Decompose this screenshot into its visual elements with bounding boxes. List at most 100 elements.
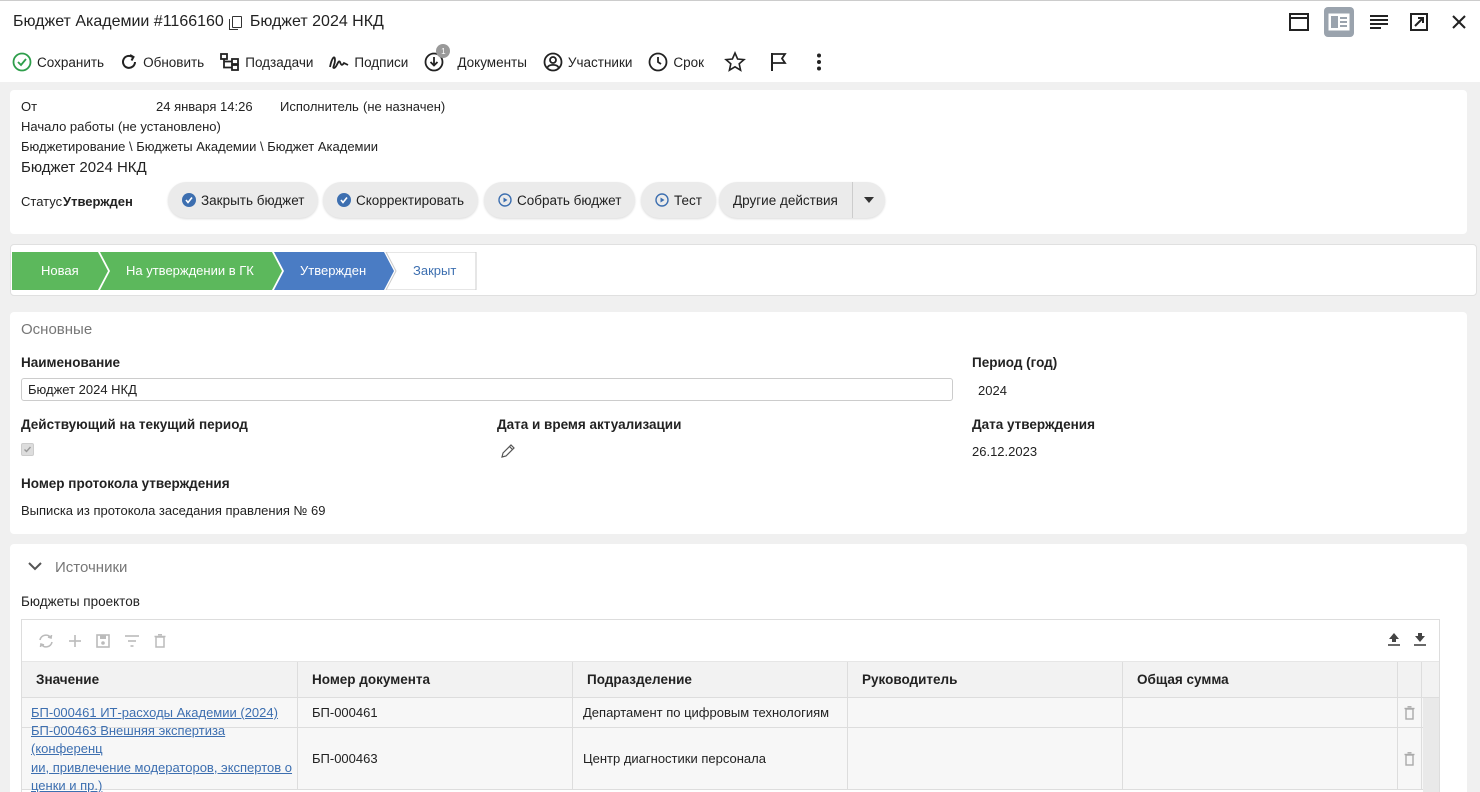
assignee-value[interactable]: (не назначен)	[363, 99, 445, 114]
start-label: Начало работы	[21, 119, 115, 134]
window-mode-icon[interactable]	[1284, 7, 1314, 37]
grid-toolbar	[22, 620, 1439, 662]
window-title: Бюджет Академии #1166160 Бюджет 2024 НКД	[13, 13, 384, 31]
documents-button[interactable]: 1 Документы	[424, 44, 527, 72]
text-view-icon[interactable]	[1364, 7, 1394, 37]
cell-value: БП-000463 Внешняя экспертиза (конференц …	[22, 723, 298, 792]
period-value[interactable]: 2024	[978, 383, 1007, 398]
cell-doc-number: БП-000461	[298, 698, 573, 727]
title-bar: Бюджет Академии #1166160 Бюджет 2024 НКД	[0, 0, 1480, 42]
flag-icon	[771, 53, 787, 71]
deadline-label: Срок	[673, 54, 705, 70]
subtasks-button[interactable]: Подзадачи	[220, 53, 313, 71]
signature-icon	[329, 56, 349, 69]
delete-row-button[interactable]	[1398, 698, 1422, 727]
close-budget-label: Закрыть бюджет	[201, 192, 305, 208]
download-icon[interactable]	[1413, 632, 1427, 646]
name-label: Наименование	[21, 355, 121, 370]
check-icon	[182, 193, 196, 207]
other-actions-button[interactable]: Другие действия	[719, 182, 885, 218]
save-icon[interactable]	[96, 633, 110, 648]
pencil-icon[interactable]	[500, 443, 516, 459]
stage-closed[interactable]: Закрыт	[413, 263, 456, 278]
test-button[interactable]: Тест	[641, 182, 716, 218]
approval-date-label: Дата утверждения	[972, 417, 1095, 432]
delete-row-button[interactable]	[1398, 728, 1422, 789]
clock-icon	[649, 52, 668, 72]
stage-new[interactable]: Новая	[41, 263, 79, 278]
column-header-value[interactable]: Значение	[22, 662, 298, 697]
more-menu-button[interactable]	[816, 53, 822, 71]
main-section: Основные Наименование Период (год) 2024 …	[10, 312, 1467, 534]
save-button[interactable]: Сохранить	[12, 52, 104, 72]
sources-title[interactable]: Источники	[55, 559, 127, 576]
refresh-label: Обновить	[143, 54, 205, 70]
upload-icon[interactable]	[1387, 632, 1401, 646]
protocol-value[interactable]: Выписка из протокола заседания правления…	[21, 503, 326, 518]
star-icon	[724, 51, 747, 72]
chevron-down-icon[interactable]	[28, 561, 42, 571]
close-icon[interactable]	[1444, 7, 1474, 37]
participants-button[interactable]: Участники	[543, 52, 633, 72]
filter-icon[interactable]	[124, 634, 140, 648]
cell-head	[848, 698, 1123, 727]
column-header-total[interactable]: Общая сумма	[1123, 662, 1398, 697]
collect-budget-button[interactable]: Собрать бюджет	[484, 182, 636, 218]
period-label: Период (год)	[972, 355, 1058, 370]
participants-label: Участники	[567, 54, 633, 70]
assignee-label: Исполнитель	[280, 99, 359, 114]
project-budgets-label: Бюджеты проектов	[21, 594, 140, 609]
signatures-button[interactable]: Подписи	[329, 53, 408, 71]
row-link[interactable]: БП-000461 ИТ-расходы Академии (2024)	[31, 705, 278, 720]
deadline-button[interactable]: Срок	[648, 52, 704, 72]
window-controls	[1284, 7, 1474, 37]
stage-approval[interactable]: На утверждении в ГК	[126, 263, 254, 278]
signatures-label: Подписи	[354, 54, 409, 70]
title-right: Бюджет 2024 НКД	[249, 12, 384, 30]
dropdown-arrow-icon[interactable]	[851, 182, 885, 218]
copy-icon[interactable]	[228, 15, 242, 30]
grid-scrollbar[interactable]	[1423, 698, 1439, 792]
project-budgets-grid: Значение Номер документа Подразделение Р…	[21, 619, 1440, 792]
play-circle-icon	[655, 193, 669, 207]
sync-icon[interactable]	[38, 633, 54, 649]
approval-date-value[interactable]: 26.12.2023	[972, 444, 1037, 459]
section-title: Основные	[21, 321, 93, 338]
cell-total	[1123, 728, 1398, 789]
from-label: От	[21, 99, 38, 114]
adjust-label: Скорректировать	[356, 192, 465, 208]
refresh-button[interactable]: Обновить	[120, 53, 204, 71]
trash-icon	[1404, 705, 1415, 720]
table-row: БП-000463 Внешняя экспертиза (конференц …	[22, 723, 1439, 792]
protocol-label: Номер протокола утверждения	[21, 476, 230, 491]
title-left: Бюджет Академии #1166160	[13, 12, 224, 30]
column-header-head[interactable]: Руководитель	[848, 662, 1123, 697]
refresh-icon	[122, 54, 137, 69]
from-date: 24 января 14:26	[156, 99, 253, 114]
stage-approved[interactable]: Утвержден	[300, 263, 366, 278]
user-circle-icon	[543, 52, 563, 72]
start-value[interactable]: (не установлено)	[118, 119, 221, 134]
maximize-icon[interactable]	[1404, 7, 1434, 37]
column-header-doc-number[interactable]: Номер документа	[298, 662, 573, 697]
play-circle-icon	[498, 193, 512, 207]
hierarchy-icon	[220, 53, 240, 71]
current-period-checkbox[interactable]	[21, 443, 34, 456]
status-label: Статус	[21, 194, 63, 209]
name-input[interactable]	[21, 378, 953, 401]
row-link-line-3[interactable]: ценки и пр.)	[31, 777, 102, 792]
flag-button[interactable]	[770, 52, 788, 72]
column-header-department[interactable]: Подразделение	[573, 662, 848, 697]
row-link-line-2[interactable]: ии, привлечение модераторов, экспертов о	[31, 759, 292, 778]
check-icon	[337, 193, 351, 207]
split-view-icon[interactable]	[1324, 7, 1354, 37]
breadcrumb[interactable]: Бюджетирование \ Бюджеты Академии \ Бюдж…	[21, 139, 378, 154]
favorite-button[interactable]	[724, 51, 747, 73]
add-icon[interactable]	[68, 634, 82, 648]
cell-doc-number: БП-000463	[298, 728, 573, 789]
trash-icon[interactable]	[154, 633, 166, 648]
row-link-line-1[interactable]: БП-000463 Внешняя экспертиза (конференц	[31, 722, 297, 759]
adjust-button[interactable]: Скорректировать	[323, 182, 479, 218]
close-budget-button[interactable]: Закрыть бюджет	[168, 182, 319, 218]
collect-budget-label: Собрать бюджет	[517, 192, 622, 208]
